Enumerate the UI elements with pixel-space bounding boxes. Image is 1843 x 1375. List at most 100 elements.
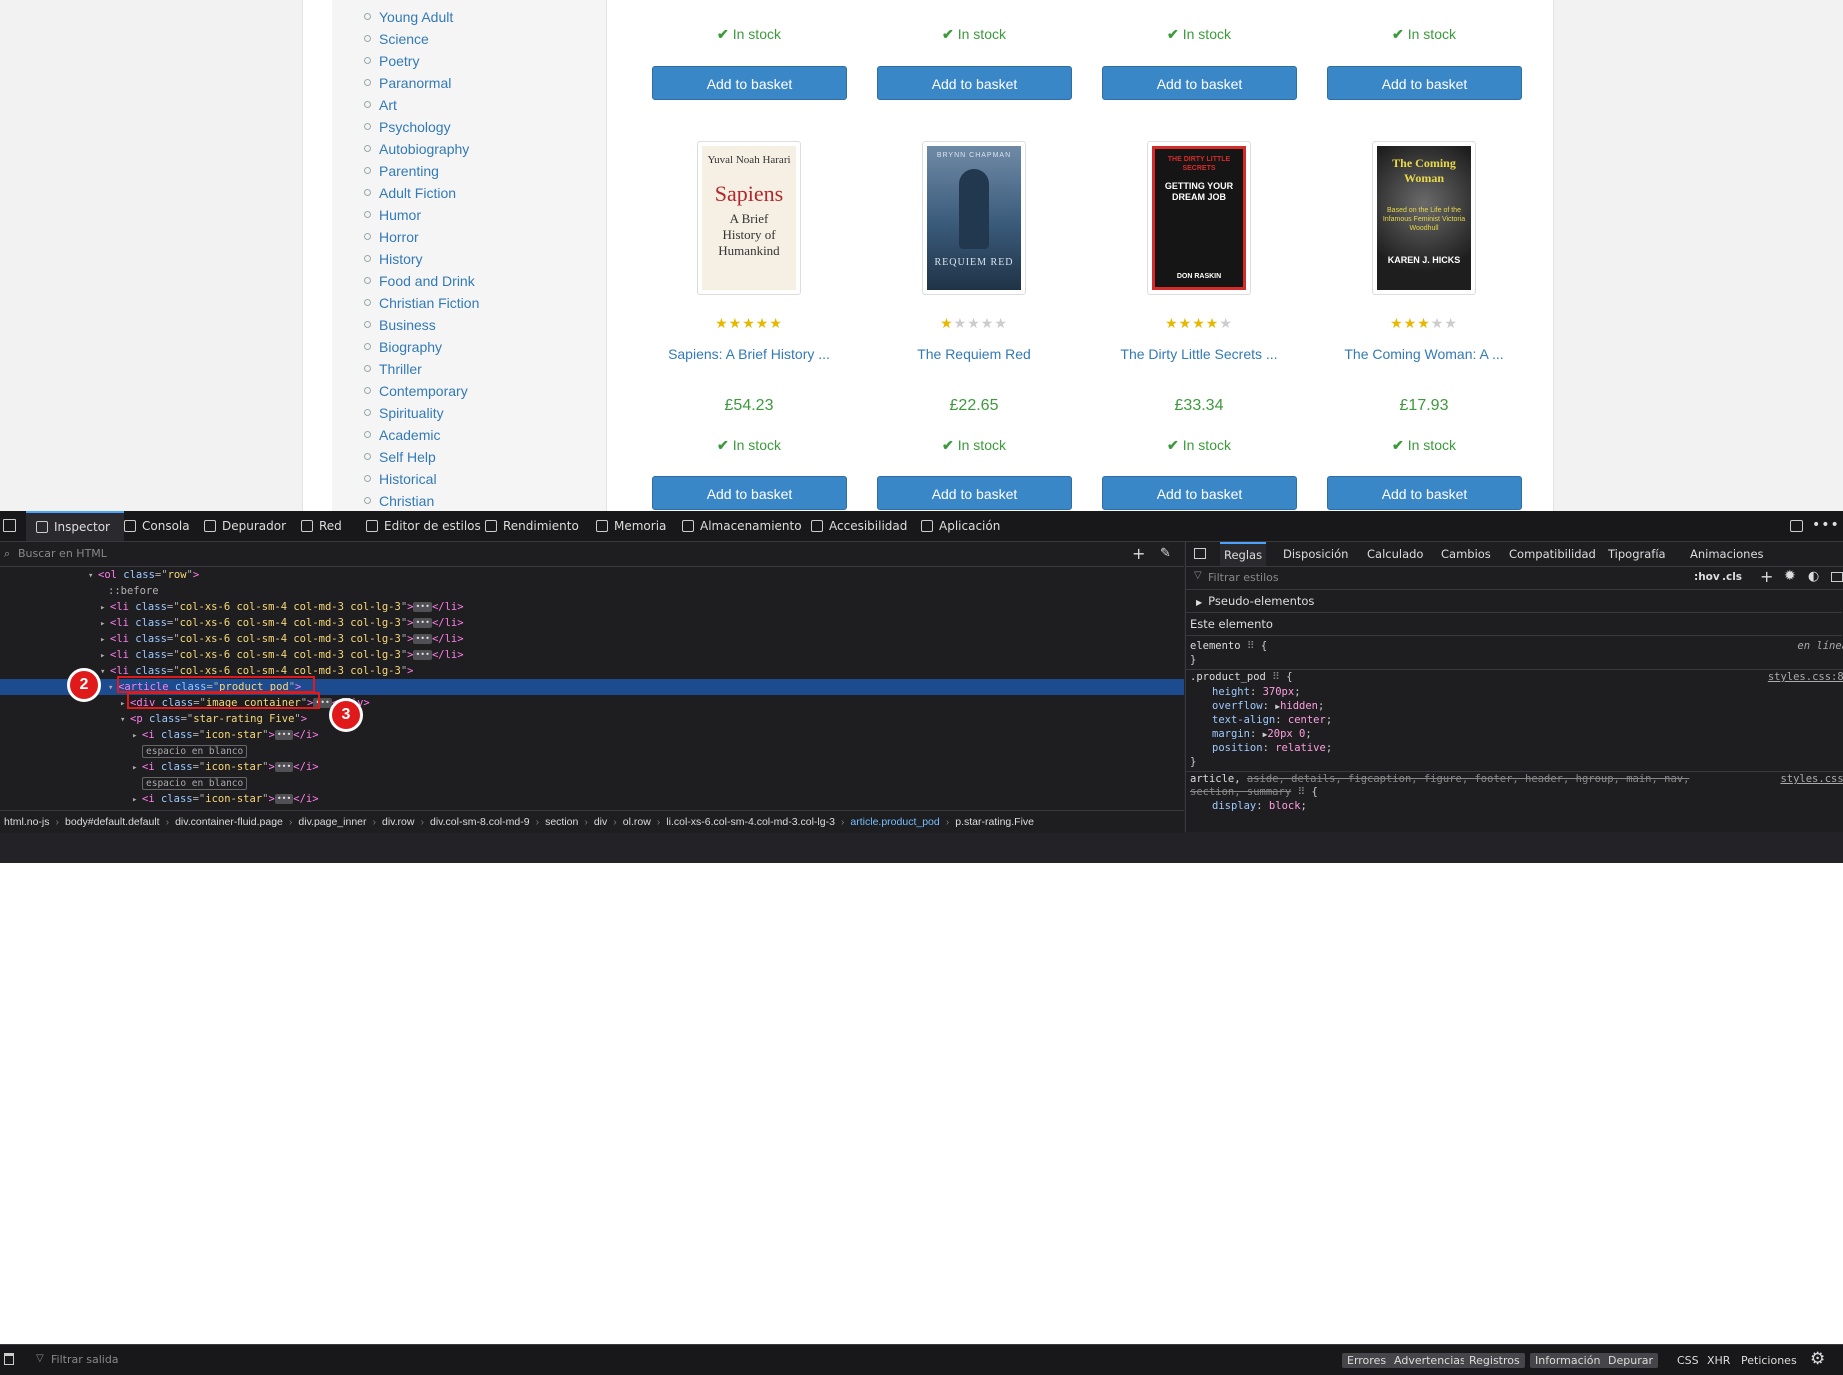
breadcrumb-item[interactable]: div.row [382, 816, 414, 828]
sidebar-category-item[interactable]: Business [364, 314, 479, 336]
devtools-tab[interactable]: Aplicación [921, 511, 1000, 541]
add-to-basket-button[interactable]: Add to basket [652, 66, 847, 100]
sidebar-category-item[interactable]: Christian Fiction [364, 292, 479, 314]
eyedropper-icon[interactable]: ✎ [1160, 542, 1171, 566]
sidebar-category-item[interactable]: Autobiography [364, 138, 479, 160]
breadcrumb-item[interactable]: article.product_pod [850, 816, 939, 828]
markup-node-row[interactable]: espacio en blanco [0, 775, 1184, 791]
sidebar-category-item[interactable]: Thriller [364, 358, 479, 380]
collapsed-children-icon[interactable]: ••• [274, 730, 294, 740]
expand-triangle-icon[interactable]: ▸ [132, 728, 142, 744]
console-filter-button[interactable]: Registros [1464, 1353, 1525, 1368]
rules-tab[interactable]: Tipografía [1608, 547, 1666, 561]
print-mode-icon[interactable] [1831, 572, 1843, 582]
devtools-tab[interactable]: Editor de estilos [366, 511, 481, 541]
sidebar-category-item[interactable]: Poetry [364, 50, 479, 72]
markup-node-row[interactable]: ▸ <li class="col-xs-6 col-sm-4 col-md-3 c… [0, 599, 1184, 615]
devtools-tab[interactable]: Rendimiento [485, 511, 579, 541]
sidebar-category-item[interactable]: Academic [364, 424, 479, 446]
sidebar-category-item[interactable]: Paranormal [364, 72, 479, 94]
add-to-basket-button[interactable]: Add to basket [652, 476, 847, 510]
collapsed-children-icon[interactable]: ••• [413, 650, 432, 660]
expand-triangle-icon[interactable]: ▸ [100, 600, 110, 616]
devtools-tab[interactable]: Depurador [204, 511, 286, 541]
breadcrumb-item[interactable]: div [594, 816, 607, 828]
devtools-tab[interactable]: Consola [124, 511, 190, 541]
product-title-link[interactable]: Sapiens: A Brief History ... [639, 346, 859, 362]
pseudo-elements-toggle[interactable]: ▶ Pseudo-elementos [1196, 594, 1314, 608]
devtools-tab[interactable]: Accesibilidad [811, 511, 907, 541]
add-to-basket-button[interactable]: Add to basket [877, 66, 1072, 100]
console-filter-button[interactable]: Advertencias [1389, 1353, 1471, 1368]
console-filter-button[interactable]: Información [1530, 1353, 1606, 1368]
breadcrumb-item[interactable]: ol.row [623, 816, 651, 828]
collapsed-children-icon[interactable]: ••• [274, 794, 294, 804]
product-title-link[interactable]: The Dirty Little Secrets ... [1089, 346, 1309, 362]
element-picker-icon[interactable] [3, 519, 16, 532]
rules-tab[interactable]: Calculado [1367, 547, 1423, 561]
add-to-basket-button[interactable]: Add to basket [1102, 476, 1297, 510]
product-title-link[interactable]: The Requiem Red [864, 346, 1084, 362]
collapse-triangle-icon[interactable]: ▾ [100, 664, 110, 680]
markup-node-row[interactable]: ▸ <i class="icon-star"> ••• </i> [0, 727, 1184, 743]
book-cover-thumbnail[interactable]: The Coming Woman Based on the Life of the… [1372, 141, 1476, 295]
add-rule-icon[interactable]: + [1760, 567, 1773, 586]
console-filter-toggle[interactable]: CSS [1677, 1353, 1699, 1368]
html-search-input[interactable]: Buscar en HTML [18, 542, 107, 566]
sidebar-category-item[interactable]: Science [364, 28, 479, 50]
markup-node-row[interactable]: ▾ <p class="star-rating Five"> [0, 711, 1184, 727]
collapsed-children-icon[interactable]: ••• [413, 602, 432, 612]
dock-side-icon[interactable] [1790, 520, 1803, 532]
add-node-icon[interactable]: + [1132, 542, 1145, 566]
sidebar-category-item[interactable]: Horror [364, 226, 479, 248]
devtools-tab[interactable]: Almacenamiento [682, 511, 802, 541]
add-to-basket-button[interactable]: Add to basket [1327, 66, 1522, 100]
sidebar-category-item[interactable]: Self Help [364, 446, 479, 468]
collapsed-children-icon[interactable]: ••• [413, 634, 432, 644]
markup-node-row[interactable]: espacio en blanco [0, 743, 1184, 759]
sidebar-category-item[interactable]: History [364, 248, 479, 270]
product-title-link[interactable]: The Coming Woman: A ... [1314, 346, 1534, 362]
sidebar-category-item[interactable]: Humor [364, 204, 479, 226]
hov-toggle[interactable]: :hov [1694, 571, 1720, 583]
breadcrumb-item[interactable]: div.page_inner [298, 816, 366, 828]
sidebar-category-item[interactable]: Parenting [364, 160, 479, 182]
expand-triangle-icon[interactable]: ▸ [100, 616, 110, 632]
markup-node-row[interactable]: ▸ <li class="col-xs-6 col-sm-4 col-md-3 c… [0, 631, 1184, 647]
breadcrumb-item[interactable]: section [545, 816, 578, 828]
devtools-tab[interactable]: Memoria [596, 511, 666, 541]
expand-triangle-icon[interactable]: ▸ [132, 792, 142, 808]
devtools-tab[interactable]: Red [301, 511, 342, 541]
sidebar-category-item[interactable]: Christian [364, 490, 479, 511]
collapsed-children-icon[interactable]: ••• [413, 618, 432, 628]
sidebar-category-item[interactable]: Psychology [364, 116, 479, 138]
trash-icon[interactable] [4, 1353, 14, 1365]
breadcrumb-item[interactable]: div.container-fluid.page [175, 816, 283, 828]
rules-tab[interactable]: Compatibilidad [1509, 547, 1596, 561]
expand-triangle-icon[interactable]: ▸ [100, 648, 110, 664]
breadcrumb-item[interactable]: html.no-js [4, 816, 50, 828]
filter-styles-input[interactable]: Filtrar estilos [1208, 571, 1279, 584]
sidebar-category-item[interactable]: Adult Fiction [364, 182, 479, 204]
rules-tab[interactable]: Animaciones [1690, 547, 1764, 561]
stylesheet-link[interactable]: styles.css:88 [1768, 670, 1843, 684]
rules-tab[interactable]: Reglas [1220, 542, 1267, 566]
breadcrumb-item[interactable]: p.star-rating.Five [955, 816, 1034, 828]
breadcrumb-item[interactable]: div.col-sm-8.col-md-9 [430, 816, 530, 828]
dark-mode-icon[interactable]: ◐ [1808, 569, 1819, 584]
sidebar-category-item[interactable]: Food and Drink [364, 270, 479, 292]
markup-node-row[interactable]: ▸ <i class="icon-star"> ••• </i> [0, 759, 1184, 775]
layout-toggle-icon[interactable] [1194, 548, 1206, 559]
sidebar-category-item[interactable]: Contemporary [364, 380, 479, 402]
cls-toggle[interactable]: .cls [1722, 571, 1742, 583]
devtools-tab[interactable]: Inspector [26, 511, 124, 541]
rules-tab[interactable]: Cambios [1441, 547, 1491, 561]
breadcrumb-item[interactable]: body#default.default [65, 816, 160, 828]
collapse-triangle-icon[interactable]: ▾ [88, 568, 98, 584]
console-filter-button[interactable]: Errores [1342, 1353, 1392, 1368]
settings-gear-icon[interactable]: ⚙ [1810, 1349, 1825, 1369]
sidebar-category-item[interactable]: Spirituality [364, 402, 479, 424]
markup-node-row[interactable]: ::before [0, 583, 1184, 599]
console-filter-toggle[interactable]: Peticiones [1741, 1353, 1797, 1368]
markup-node-row[interactable]: ▸ <i class="icon-star"> ••• </i> [0, 791, 1184, 807]
